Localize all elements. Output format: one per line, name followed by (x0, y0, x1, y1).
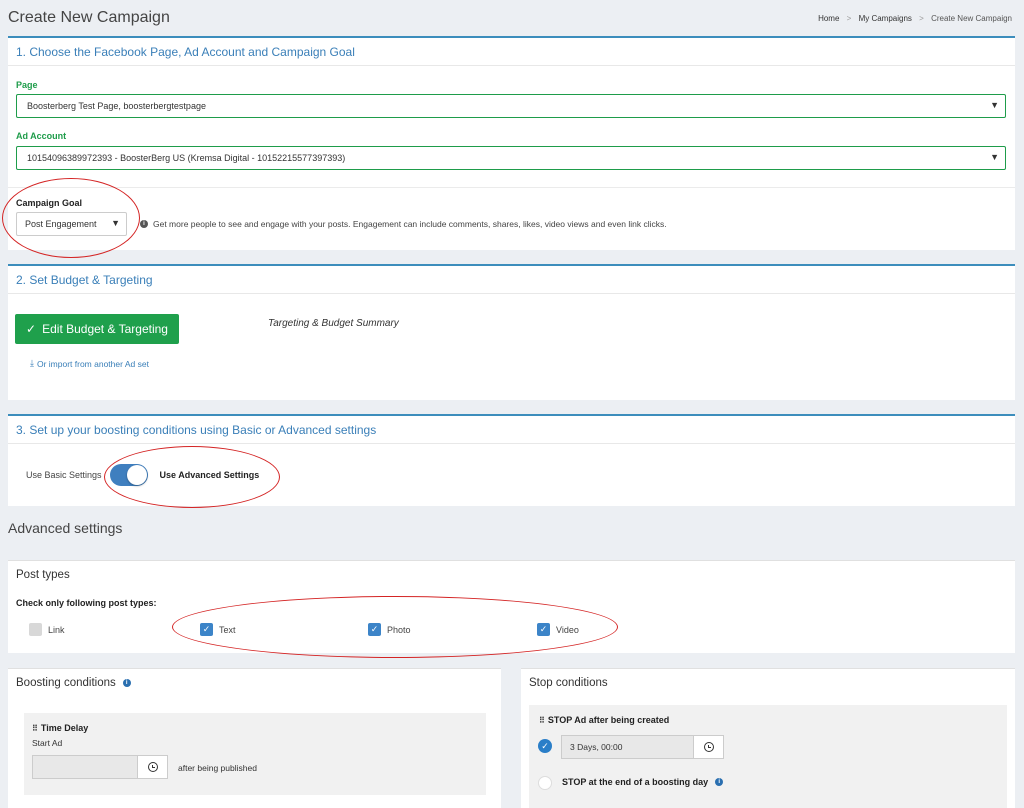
import-adset-link[interactable]: ⤓ Or import from another Ad set (30, 358, 149, 369)
stop-duration-input[interactable]: 3 Days, 00:00 (561, 735, 694, 759)
stop-conditions-title: Stop conditions (529, 677, 608, 689)
clock-icon (147, 762, 158, 772)
drag-handle-icon[interactable]: ⠿ (32, 724, 38, 733)
caret-down-icon: ▼ (990, 152, 999, 162)
annotation-circle-toggle (104, 446, 280, 508)
boosting-conditions-box: Boosting conditions i ⠿ Time Delay Start… (8, 668, 501, 808)
stop-end-day-row: STOP at the end of a boosting day i (562, 777, 724, 787)
ad-account-select-value: 10154096389972393 - BoosterBerg US (Krem… (27, 153, 346, 163)
annotation-circle-goal (2, 178, 140, 258)
post-types-label: Check only following post types: (16, 598, 157, 608)
download-icon: ⤓ (30, 358, 34, 368)
page-label: Page (16, 80, 38, 90)
time-delay-card: ⠿ Time Delay Start Ad after being publis… (24, 713, 486, 795)
boosting-conditions-header: Boosting conditions i (8, 669, 501, 697)
breadcrumb-separator: > (919, 14, 924, 23)
page-select[interactable]: Boosterberg Test Page, boosterbergtestpa… (16, 94, 1006, 118)
breadcrumb: Home > My Campaigns > Create New Campaig… (818, 14, 1012, 23)
info-icon[interactable]: i (122, 679, 131, 687)
breadcrumb-home[interactable]: Home (818, 14, 839, 23)
stop-duration-input-group: 3 Days, 00:00 (561, 735, 724, 759)
time-delay-header: ⠿ Time Delay (32, 723, 88, 733)
stop-after-header: ⠿ STOP Ad after being created (539, 715, 669, 725)
stop-end-day-radio[interactable] (538, 776, 552, 790)
page-select-value: Boosterberg Test Page, boosterbergtestpa… (27, 101, 206, 111)
breadcrumb-separator: > (846, 14, 852, 23)
checkbox-link[interactable]: Link (29, 623, 65, 636)
info-icon[interactable]: i (715, 778, 724, 786)
clock-icon (703, 742, 714, 752)
section-title: 1. Choose the Facebook Page, Ad Account … (8, 38, 1015, 66)
time-delay-input-group (32, 755, 168, 779)
section-budget-targeting: 2. Set Budget & Targeting ✓ Edit Budget … (8, 264, 1015, 400)
divider (8, 187, 1015, 188)
campaign-goal-help: i Get more people to see and engage with… (140, 219, 667, 229)
boosting-conditions-title: Boosting conditions (16, 677, 116, 689)
caret-down-icon: ▼ (990, 100, 999, 110)
campaign-goal-help-text: Get more people to see and engage with y… (153, 219, 667, 229)
section-title: 3. Set up your boosting conditions using… (8, 416, 1015, 444)
post-types-title: Post types (16, 569, 70, 581)
advanced-settings-heading: Advanced settings (8, 520, 123, 536)
clock-button[interactable] (694, 735, 724, 759)
section-title: 2. Set Budget & Targeting (8, 266, 1015, 294)
page-title: Create New Campaign (8, 9, 170, 26)
drag-handle-icon[interactable]: ⠿ (539, 716, 545, 725)
info-icon: i (140, 220, 148, 228)
checkmark-icon: ✓ (26, 322, 37, 336)
after-published-text: after being published (178, 763, 257, 773)
ad-account-label: Ad Account (16, 131, 67, 141)
ad-account-select[interactable]: 10154096389972393 - BoosterBerg US (Krem… (16, 146, 1006, 170)
stop-after-radio[interactable]: ✓ (538, 739, 552, 753)
checkbox-label: Link (48, 624, 65, 635)
import-adset-label: Or import from another Ad set (36, 358, 149, 369)
edit-budget-targeting-button[interactable]: ✓ Edit Budget & Targeting (15, 314, 179, 344)
checkbox-box (29, 623, 42, 636)
time-delay-title: Time Delay (40, 723, 89, 733)
targeting-summary-title: Targeting & Budget Summary (268, 318, 399, 329)
basic-settings-label: Use Basic Settings (26, 470, 102, 480)
stop-conditions-card: ⠿ STOP Ad after being created ✓ 3 Days, … (529, 705, 1007, 808)
time-delay-input[interactable] (32, 755, 138, 779)
edit-budget-targeting-label: Edit Budget & Targeting (42, 322, 168, 336)
stop-conditions-box: Stop conditions ⠿ STOP Ad after being cr… (521, 668, 1015, 808)
clock-button[interactable] (138, 755, 168, 779)
section-campaign-setup: 1. Choose the Facebook Page, Ad Account … (8, 36, 1015, 250)
stop-after-title: STOP Ad after being created (547, 715, 670, 725)
breadcrumb-current: Create New Campaign (931, 14, 1012, 23)
stop-end-day-label: STOP at the end of a boosting day (562, 777, 709, 787)
annotation-circle-post-types (172, 596, 618, 658)
start-ad-label: Start Ad (32, 738, 63, 748)
breadcrumb-my-campaigns[interactable]: My Campaigns (859, 14, 912, 23)
